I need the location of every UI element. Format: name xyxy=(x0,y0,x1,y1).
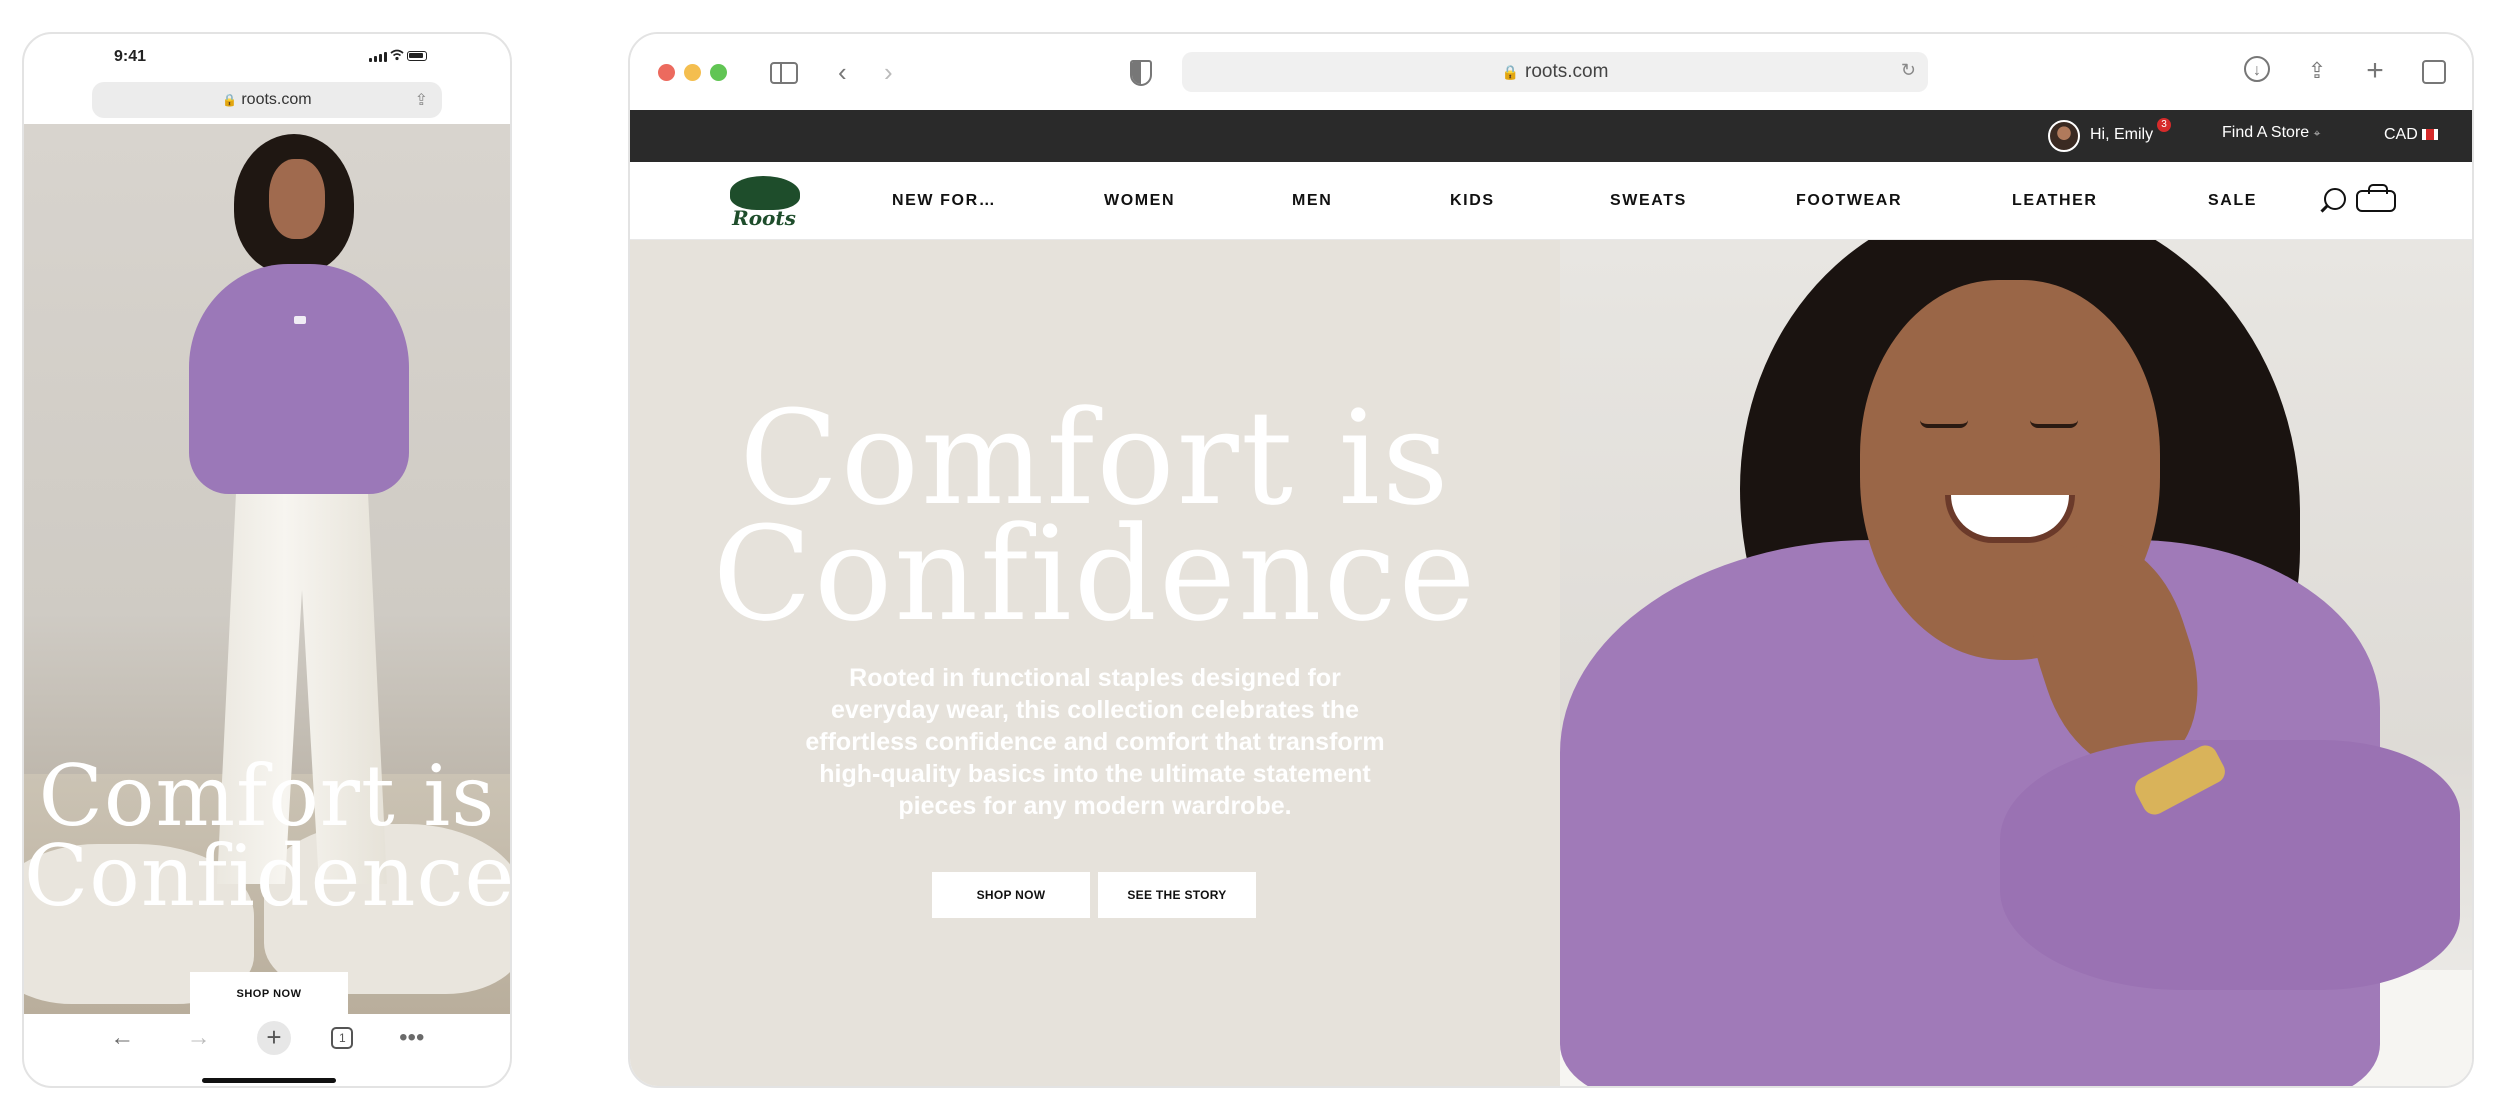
nav-item-leather[interactable]: LEATHER xyxy=(2012,192,2098,210)
nav-item-new-for[interactable]: NEW FOR… xyxy=(892,192,996,210)
tabs-icon[interactable]: 1 xyxy=(331,1027,354,1049)
desktop-browser: ‹ › 🔒 roots.com ↻ ↓ ⇪ + Hi, Emily 3 Find… xyxy=(628,32,2474,1088)
flag-icon xyxy=(2422,129,2438,140)
status-time: 9:41 xyxy=(114,48,147,65)
nav-item-men[interactable]: MEN xyxy=(1292,192,1332,210)
wifi-icon xyxy=(390,49,404,61)
new-tab-icon[interactable]: + xyxy=(2360,56,2390,86)
lock-icon: 🔒 xyxy=(222,93,238,107)
address-bar[interactable]: 🔒 roots.com ↻ xyxy=(1182,52,1928,92)
model-eye xyxy=(2030,420,2078,428)
forward-icon[interactable]: → xyxy=(181,1024,217,1052)
browser-toolbar: ‹ › 🔒 roots.com ↻ ↓ ⇪ + xyxy=(630,34,2472,110)
forward-icon[interactable]: › xyxy=(884,54,893,90)
tab-overview-icon[interactable] xyxy=(2422,60,2446,84)
mobile-shop-now-button[interactable]: SHOP NOW xyxy=(190,972,348,1014)
nav-item-sweats[interactable]: SWEATS xyxy=(1610,192,1687,210)
search-icon[interactable] xyxy=(2324,188,2346,210)
find-store-link[interactable]: Find A Store ⌖ xyxy=(2222,124,2320,142)
download-icon[interactable]: ↓ xyxy=(2244,56,2270,82)
mobile-address-bar[interactable]: 🔒 roots.com ⇪ xyxy=(92,82,442,118)
notification-badge: 3 xyxy=(2157,118,2171,132)
hero-description: Rooted in functional staples designed fo… xyxy=(805,664,1385,820)
home-indicator xyxy=(202,1078,336,1083)
brand-wordmark: Roots xyxy=(732,206,796,230)
zoom-window-button[interactable] xyxy=(710,64,727,81)
mobile-toolbar: ← → + 1 ••• xyxy=(24,1014,510,1062)
mobile-hero-title: Comfort is Confidence xyxy=(24,747,510,925)
lock-icon: 🔒 xyxy=(1501,63,1519,80)
sweatshirt-logo xyxy=(294,316,306,324)
brand-logo[interactable]: Roots xyxy=(724,172,804,232)
status-bar: 9:41 xyxy=(24,34,510,74)
model-face xyxy=(269,159,325,239)
close-window-button[interactable] xyxy=(658,64,675,81)
model-eye xyxy=(1920,420,1968,428)
avatar[interactable] xyxy=(2048,120,2080,152)
back-icon[interactable]: ‹ xyxy=(838,54,847,90)
mobile-url-text: roots.com xyxy=(241,91,312,108)
battery-icon xyxy=(407,51,427,61)
signal-icon xyxy=(369,52,387,62)
back-icon[interactable]: ← xyxy=(104,1024,140,1052)
shop-now-button[interactable]: SHOP NOW xyxy=(932,872,1090,918)
location-pin-icon: ⌖ xyxy=(2313,126,2321,140)
currency-selector[interactable]: CAD xyxy=(2384,126,2418,144)
hero-title: Comfort is Confidence xyxy=(712,382,1478,650)
see-the-story-button[interactable]: SEE THE STORY xyxy=(1098,872,1256,918)
nav-item-footwear[interactable]: FOOTWEAR xyxy=(1796,192,1902,210)
plus-icon[interactable]: + xyxy=(256,1021,291,1055)
share-icon[interactable]: ⇪ xyxy=(415,90,428,110)
nav-item-sale[interactable]: SALE xyxy=(2208,192,2257,210)
nav-item-women[interactable]: WOMEN xyxy=(1104,192,1175,210)
minimize-window-button[interactable] xyxy=(684,64,701,81)
utility-bar: Hi, Emily 3 Find A Store ⌖ CAD xyxy=(630,110,2472,162)
hero-text-panel: Comfort is Confidence Rooted in function… xyxy=(630,240,1560,1086)
bag-icon[interactable] xyxy=(2356,184,2396,212)
share-icon[interactable]: ⇪ xyxy=(2302,56,2332,86)
main-navigation: Roots NEW FOR… WOMEN MEN KIDS SWEATS FOO… xyxy=(630,162,2472,240)
nav-item-kids[interactable]: KIDS xyxy=(1450,192,1495,210)
model-arm xyxy=(2000,740,2460,990)
mobile-hero: Comfort is Confidence SHOP NOW xyxy=(24,124,510,1014)
hero-banner: Comfort is Confidence Rooted in function… xyxy=(630,240,2472,1086)
hero-image xyxy=(1560,240,2472,1086)
mobile-device: 9:41 🔒 roots.com ⇪ Comfort is Confidence… xyxy=(22,32,512,1088)
reload-icon[interactable]: ↻ xyxy=(1901,60,1916,81)
more-icon[interactable]: ••• xyxy=(394,1024,430,1052)
model-sweatshirt xyxy=(189,264,409,494)
account-greeting[interactable]: Hi, Emily xyxy=(2090,126,2153,144)
find-store-label: Find A Store xyxy=(2222,124,2310,141)
tab-count: 1 xyxy=(339,1031,346,1045)
shield-icon[interactable] xyxy=(1130,60,1152,86)
beaver-icon xyxy=(730,176,800,210)
sidebar-icon[interactable] xyxy=(770,62,798,84)
url-text: roots.com xyxy=(1525,61,1609,82)
